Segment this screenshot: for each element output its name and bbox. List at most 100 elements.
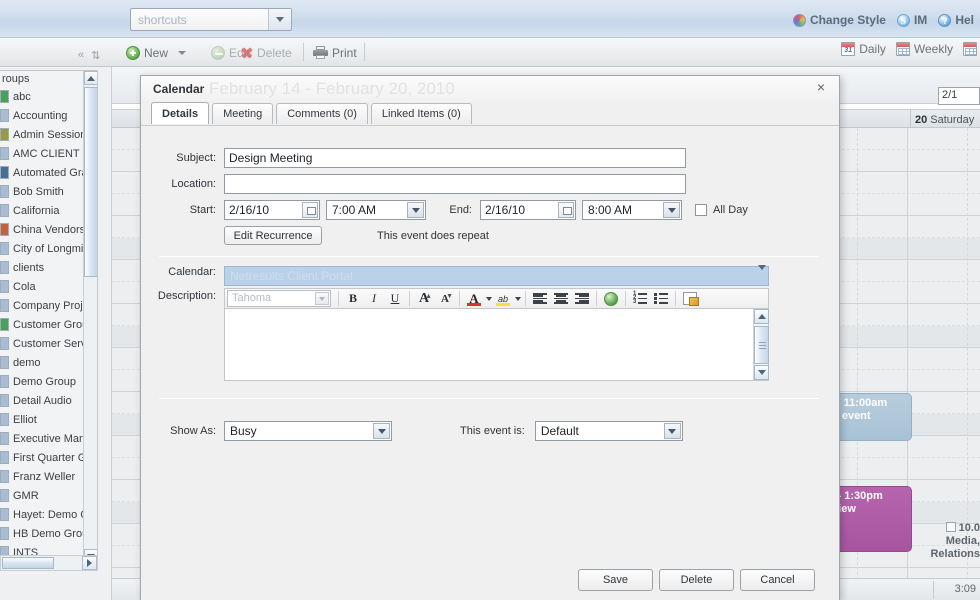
group-color-swatch [0, 508, 9, 521]
sidebar-item-label: Franz Weller [13, 470, 76, 483]
edit-recurrence-button[interactable]: Edit Recurrence [224, 226, 322, 245]
new-icon [126, 45, 140, 60]
show-as-row: Show As: Busy This event is: Default [141, 421, 683, 441]
font-family-select[interactable]: Tahoma [227, 290, 331, 307]
scroll-thumb[interactable] [84, 87, 97, 277]
numbered-list-icon[interactable]: 123 [630, 290, 650, 308]
tab-linked-items[interactable]: Linked Items (0) [370, 103, 472, 124]
print-button[interactable]: Print [313, 42, 357, 63]
start-time-select[interactable]: 7:00 AM [326, 200, 426, 220]
group-color-swatch [0, 451, 9, 464]
tab-comments[interactable]: Comments (0) [276, 103, 368, 124]
help-button[interactable]: ? Hel [938, 13, 974, 27]
sidebar-item-label: demo [13, 356, 41, 369]
sidebar-collapse-controls: « ⇅ [72, 45, 114, 65]
tab-meeting[interactable]: Meeting [212, 103, 274, 124]
new-label: New [144, 45, 169, 60]
scroll-right-icon[interactable] [82, 556, 97, 570]
shrink-font-icon[interactable]: A ▼ [435, 290, 455, 308]
calendar-picker-icon[interactable] [302, 202, 318, 218]
weekly-view-button[interactable]: Weekly [893, 42, 956, 56]
event-is-select[interactable]: Default [534, 421, 683, 441]
group-list[interactable]: roups abc Accounting Admin Session AMC CLIE… [0, 70, 98, 562]
chevron-down-icon[interactable] [178, 50, 187, 55]
bulleted-list-icon[interactable] [651, 290, 671, 308]
sidebar-item-label: AMC CLIENT [13, 147, 80, 160]
bold-icon[interactable]: B [343, 290, 363, 308]
end-time-select[interactable]: 8:00 AM [582, 200, 682, 220]
calendar-picker-icon[interactable] [558, 202, 574, 218]
calendar-side-note: 10.0 Media, Relations [930, 522, 980, 560]
im-icon: S [896, 13, 910, 27]
chevron-down-icon[interactable] [373, 423, 390, 439]
scroll-down-icon[interactable] [754, 365, 769, 380]
shortcuts-placeholder: shortcuts [138, 13, 187, 27]
sidebar-item-label: China Vendors [13, 223, 86, 236]
tab-details[interactable]: Details [151, 102, 210, 124]
scroll-up-icon[interactable] [754, 309, 769, 324]
header-actions: Change Style S IM ? Hel [792, 13, 980, 27]
chevron-down-icon[interactable] [758, 265, 766, 282]
italic-icon[interactable]: I [364, 290, 384, 308]
daily-view-button[interactable]: 31 Daily [838, 42, 889, 56]
sidebar-vertical-scrollbar[interactable] [83, 71, 97, 561]
font-color-chevron-icon[interactable] [486, 296, 492, 301]
calendar-select[interactable]: Netresults Client Portal [224, 265, 769, 286]
scroll-thumb[interactable] [754, 326, 769, 364]
chevron-down-icon[interactable] [268, 9, 291, 30]
date-range-chip[interactable]: 2/1 [938, 87, 980, 105]
align-center-icon[interactable] [551, 290, 571, 308]
change-style-label: Change Style [809, 13, 886, 27]
delete-button[interactable]: Delete [240, 42, 292, 63]
subject-input[interactable]: Design Meeting [224, 148, 686, 168]
monthly-view-button[interactable] [960, 42, 980, 56]
subject-label: Subject: [176, 152, 216, 164]
group-color-swatch [0, 337, 9, 350]
show-as-select[interactable]: Busy [224, 421, 392, 441]
delete-button[interactable]: Delete [659, 569, 734, 591]
all-day-checkbox[interactable] [695, 204, 707, 216]
chevron-down-icon[interactable] [315, 292, 329, 305]
hscroll-thumb[interactable] [2, 557, 54, 569]
align-left-icon[interactable] [530, 290, 550, 308]
divider [159, 256, 819, 257]
end-date-input[interactable]: 2/16/10 [480, 200, 576, 220]
cancel-button[interactable]: Cancel [740, 569, 815, 591]
checkbox-icon[interactable] [945, 522, 956, 532]
scroll-up-icon[interactable] [84, 71, 97, 85]
toolbar-divider-2 [364, 43, 365, 61]
location-input[interactable] [224, 174, 686, 194]
help-icon: ? [938, 13, 952, 27]
chevron-down-icon[interactable] [407, 202, 424, 218]
font-color-icon[interactable]: A [464, 290, 484, 308]
im-button[interactable]: S IM [896, 13, 927, 27]
description-scrollbar[interactable] [753, 309, 769, 380]
underline-icon[interactable]: U [385, 290, 405, 308]
spellcheck-icon[interactable] [680, 290, 700, 308]
description-editor[interactable] [224, 309, 769, 381]
calendar-select-value: Netresults Client Portal [230, 269, 353, 283]
group-color-swatch [0, 527, 9, 540]
location-row: Location: [141, 174, 701, 194]
new-button[interactable]: New [126, 42, 187, 63]
refresh-icon[interactable]: ⇅ [91, 49, 100, 62]
chevron-down-icon[interactable] [663, 202, 680, 218]
shortcuts-dropdown[interactable]: shortcuts [130, 8, 292, 31]
align-right-icon[interactable] [572, 290, 592, 308]
sidebar-item-label: abc [13, 90, 31, 103]
insert-link-icon[interactable] [601, 290, 621, 308]
save-button[interactable]: Save [578, 569, 653, 591]
group-color-swatch [0, 166, 9, 179]
chevron-down-icon[interactable] [663, 423, 681, 439]
highlight-chevron-icon[interactable] [515, 296, 521, 301]
sidebar-item-label: clients [13, 261, 45, 274]
grow-font-icon[interactable]: A ▲ [414, 290, 434, 308]
change-style-button[interactable]: Change Style [792, 13, 886, 27]
highlight-color-icon[interactable]: ab [493, 290, 513, 308]
application-window: shortcuts Change Style S IM ? Hel New Ed… [0, 0, 980, 600]
close-icon[interactable]: × [813, 80, 829, 96]
group-color-swatch [0, 413, 9, 426]
sidebar-horizontal-scrollbar[interactable] [0, 555, 98, 571]
start-date-input[interactable]: 2/16/10 [224, 200, 320, 220]
collapse-left-icon[interactable]: « [78, 49, 84, 61]
